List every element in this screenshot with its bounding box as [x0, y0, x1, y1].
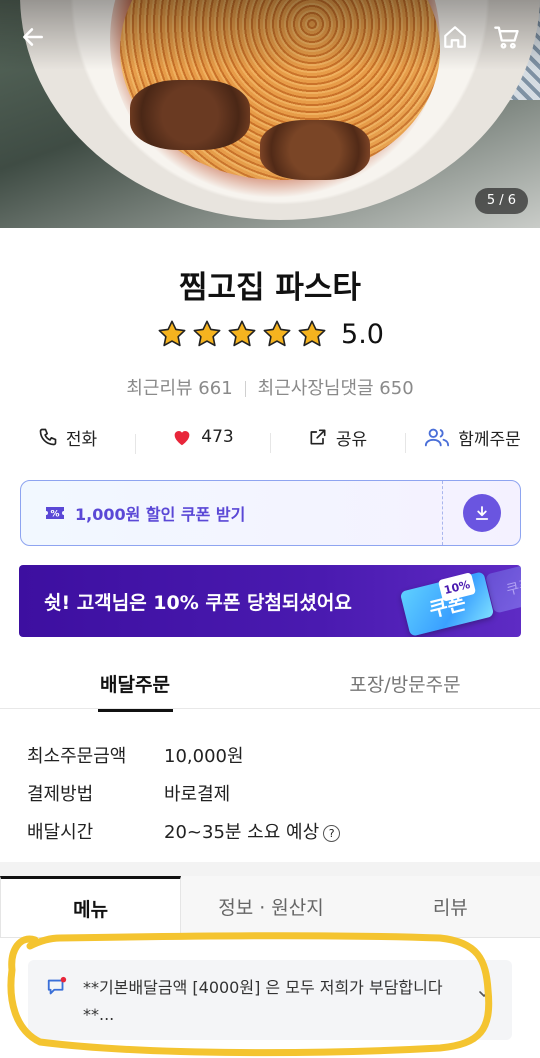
info-value: 10,000원 [164, 746, 244, 767]
divider [0, 708, 540, 709]
download-icon [475, 506, 488, 520]
recent-reviews[interactable]: 최근리뷰 661 [126, 378, 232, 399]
back-icon[interactable] [16, 20, 50, 54]
tab-pickup-label: 포장/방문주문 [349, 674, 461, 696]
tab-delivery-label: 배달주문 [100, 674, 170, 696]
info-value: 20~35분 소요 예상? [164, 818, 341, 844]
owner-replies[interactable]: 최근사장님댓글 650 [258, 378, 414, 399]
home-icon[interactable] [438, 20, 472, 54]
share-icon [310, 429, 326, 445]
menu-tabs: 메뉴 정보 · 원산지 리뷰 [0, 876, 540, 938]
share-button[interactable]: 공유 [270, 425, 405, 453]
info-row: 최소주문금액 10,000원 [27, 736, 340, 774]
notice-text: **기본배달금액 [4000원] 은 모두 저희가 부담합니다**... [83, 978, 443, 1024]
help-icon[interactable]: ? [323, 824, 341, 842]
call-label: 전화 [65, 429, 98, 450]
meat-graphic [260, 120, 370, 180]
group-order-label: 함께주문 [458, 429, 521, 450]
star-icon [228, 320, 256, 347]
notice-icon [47, 976, 67, 995]
coupon-label: 1,000원 할인 쿠폰 받기 [75, 505, 246, 524]
ticket-label: 쿠폰 [504, 577, 521, 599]
star-icon [298, 320, 326, 347]
rating-row[interactable]: 5.0 [0, 318, 540, 350]
order-type-tabs: 배달주문 포장/방문주문 [0, 660, 540, 712]
promo-banner-text: 쉿! 고객님은 10% 쿠폰 당첨되셨어요 [44, 592, 352, 614]
tab-review[interactable]: 리뷰 [361, 876, 540, 937]
group-order-icon [425, 428, 450, 447]
coupon-info: % 1,000원 할인 쿠폰 받기 [21, 481, 442, 545]
coupon-download-area [442, 481, 520, 545]
star-icon [193, 320, 221, 347]
divider [244, 381, 246, 397]
share-label: 공유 [335, 429, 368, 450]
group-order-button[interactable]: 함께주문 [405, 425, 540, 453]
star-icon [263, 320, 291, 347]
coupon-download-button[interactable] [462, 494, 501, 532]
info-key: 결제방법 [27, 784, 94, 805]
info-key: 최소주문금액 [27, 746, 127, 767]
coupon-card[interactable]: % 1,000원 할인 쿠폰 받기 [20, 480, 521, 546]
meat-graphic [130, 80, 250, 150]
owner-notice[interactable]: **기본배달금액 [4000원] 은 모두 저희가 부담합니다**... [28, 960, 512, 1040]
svg-text:%: % [50, 510, 59, 520]
delivery-time-value: 20~35분 소요 예상 [164, 822, 320, 843]
tab-pickup[interactable]: 포장/방문주문 [270, 660, 540, 710]
info-row: 결제방법 바로결제 [27, 774, 340, 812]
store-name: 찜고집 파스타 [179, 270, 361, 306]
star-icon [158, 320, 186, 347]
like-count: 473 [201, 427, 234, 447]
info-value: 바로결제 [164, 784, 231, 805]
heart-icon [174, 431, 190, 446]
like-button[interactable]: 473 [135, 426, 270, 454]
image-counter: 5 / 6 [474, 188, 528, 214]
tab-menu[interactable]: 메뉴 [0, 876, 182, 937]
info-row: 배달시간 20~35분 소요 예상? [27, 812, 341, 850]
call-button[interactable]: 전화 [0, 425, 135, 450]
action-row: 전화 473 공유 함께주문 [0, 418, 540, 456]
chevron-down-icon[interactable] [476, 986, 492, 1002]
store-hero-image[interactable]: 5 / 6 [0, 0, 540, 228]
info-key: 배달시간 [27, 822, 94, 843]
rating-score: 5.0 [341, 318, 384, 350]
coupon-icon: % [46, 507, 64, 520]
tab-delivery[interactable]: 배달주문 [0, 660, 270, 712]
phone-icon [39, 428, 57, 446]
cart-icon[interactable] [490, 20, 524, 54]
order-info: 최소주문금액 10,000원 결제방법 바로결제 배달시간 20~35분 소요 … [27, 736, 341, 850]
tab-info-origin[interactable]: 정보 · 원산지 [181, 876, 360, 937]
section-gap [0, 862, 540, 876]
review-meta[interactable]: 최근리뷰 661 최근사장님댓글 650 [0, 374, 540, 400]
